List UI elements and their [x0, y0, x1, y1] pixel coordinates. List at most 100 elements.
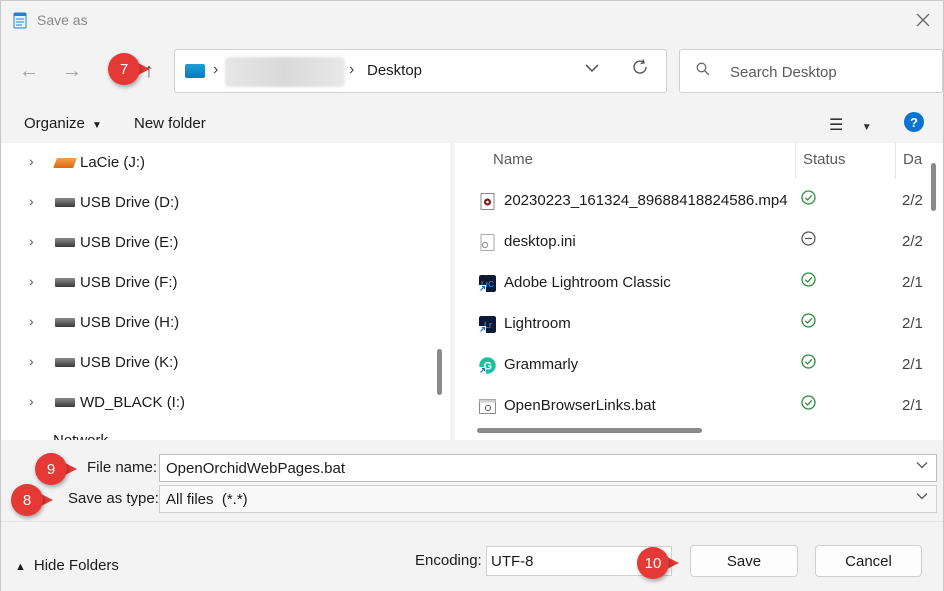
- file-name: Grammarly: [504, 356, 579, 373]
- navigation-pane[interactable]: › LaCie (J:) › USB Drive (D:) › USB Driv…: [1, 143, 450, 440]
- hide-folders-label: Hide Folders: [33, 557, 119, 574]
- usb-drive-icon: [55, 358, 75, 367]
- chevron-right-icon[interactable]: ›: [29, 313, 34, 329]
- tree-item-usb-h[interactable]: › USB Drive (H:): [1, 303, 421, 343]
- filename-label: File name:: [87, 459, 158, 476]
- external-drive-icon: [53, 158, 77, 168]
- tree-item-label: USB Drive (H:): [80, 314, 180, 331]
- file-list-horizontal-scrollbar[interactable]: [477, 428, 702, 433]
- tree-item-label: USB Drive (F:): [80, 274, 178, 291]
- arrow-left-icon: ←: [19, 59, 39, 82]
- file-name: Adobe Lightroom Classic: [504, 274, 671, 291]
- lightroom-icon: Lr: [479, 316, 496, 333]
- chevron-right-icon[interactable]: ›: [29, 153, 34, 169]
- forward-button[interactable]: →: [57, 57, 87, 85]
- status-synced-icon: [801, 313, 816, 333]
- chevron-right-icon[interactable]: ›: [29, 233, 34, 249]
- tree-item-label: USB Drive (K:): [80, 354, 179, 371]
- file-list-vertical-scrollbar[interactable]: [931, 163, 936, 211]
- file-name: OpenBrowserLinks.bat: [504, 397, 656, 414]
- cancel-button[interactable]: Cancel: [815, 545, 922, 577]
- file-list[interactable]: Name Status Da 20230223_161324_896884188…: [455, 143, 943, 440]
- refresh-icon: [633, 59, 647, 74]
- save-as-type-select[interactable]: All files (*.*): [159, 485, 937, 513]
- chevron-right-icon[interactable]: ›: [29, 273, 34, 289]
- dialog-title: Save as: [37, 12, 88, 28]
- back-button[interactable]: ←: [14, 57, 44, 85]
- chevron-right-icon[interactable]: ›: [29, 393, 34, 409]
- navigation-pane-scrollbar[interactable]: [437, 349, 442, 395]
- file-name: Lightroom: [504, 315, 571, 332]
- chevron-right-icon: ›: [213, 61, 219, 78]
- tree-item-wd-black[interactable]: › WD_BLACK (I:): [1, 383, 421, 423]
- organize-label: Organize: [24, 115, 85, 132]
- video-file-icon: [480, 193, 495, 210]
- tree-item-network-partial[interactable]: Network: [53, 432, 153, 440]
- search-input[interactable]: Search Desktop: [730, 64, 837, 81]
- usb-drive-icon: [55, 238, 75, 247]
- chevron-right-icon[interactable]: ›: [29, 193, 34, 209]
- hide-folders-button[interactable]: ▲ Hide Folders: [15, 557, 119, 574]
- notepad-icon: [13, 12, 27, 29]
- column-divider[interactable]: [895, 143, 896, 179]
- tree-item-usb-f[interactable]: › USB Drive (F:): [1, 263, 421, 303]
- file-date: 2/1: [902, 397, 923, 414]
- filename-value: OpenOrchidWebPages.bat: [166, 460, 345, 477]
- step-badge-10: 10: [637, 547, 679, 579]
- chevron-down-icon[interactable]: [916, 459, 928, 474]
- this-pc-icon: [185, 64, 205, 78]
- close-button[interactable]: [907, 7, 939, 33]
- command-toolbar: Organize ▼ New folder ☰ ▼: [1, 103, 943, 143]
- file-name: 20230223_161324_89688418824586.mp4: [504, 192, 788, 209]
- batch-file-icon: [479, 399, 496, 414]
- usb-drive-icon: [55, 198, 75, 207]
- lightroom-classic-icon: LrC: [479, 275, 496, 292]
- status-synced-icon: [801, 354, 816, 374]
- file-row[interactable]: Lr Lightroom 2/1: [455, 304, 943, 344]
- file-date: 2/2: [902, 233, 923, 250]
- filename-input[interactable]: OpenOrchidWebPages.bat: [159, 454, 937, 482]
- arrow-right-icon: →: [62, 59, 82, 82]
- chevron-right-icon[interactable]: ›: [29, 353, 34, 369]
- file-row[interactable]: OpenBrowserLinks.bat 2/1: [455, 386, 943, 426]
- file-row[interactable]: LrC Adobe Lightroom Classic 2/1: [455, 263, 943, 303]
- chevron-right-icon: ›: [349, 61, 355, 78]
- tree-item-usb-e[interactable]: › USB Drive (E:): [1, 223, 421, 263]
- refresh-button[interactable]: [631, 58, 649, 82]
- settings-file-icon: [480, 234, 495, 251]
- save-as-type-row: Save as type: All files (*.*): [1, 483, 943, 515]
- column-divider[interactable]: [795, 143, 796, 179]
- column-header-status[interactable]: Status: [803, 151, 846, 168]
- new-folder-button[interactable]: New folder: [134, 115, 206, 132]
- encoding-label: Encoding:: [415, 552, 482, 569]
- usb-drive-icon: [55, 318, 75, 327]
- save-button[interactable]: Save: [690, 545, 798, 577]
- history-dropdown-button[interactable]: [585, 60, 599, 76]
- file-row[interactable]: desktop.ini 2/2: [455, 222, 943, 262]
- help-button[interactable]: ?: [904, 112, 924, 132]
- chevron-down-icon[interactable]: [916, 490, 928, 505]
- status-not-synced-icon: [801, 231, 816, 251]
- search-icon: [696, 62, 710, 80]
- tree-item-label: WD_BLACK (I:): [80, 394, 186, 411]
- file-row[interactable]: G Grammarly 2/1: [455, 345, 943, 385]
- tree-item-label: LaCie (J:): [80, 154, 146, 171]
- view-options-button[interactable]: ☰ ▼: [829, 115, 872, 135]
- address-bar[interactable]: › › Desktop: [174, 49, 667, 93]
- file-row[interactable]: 20230223_161324_89688418824586.mp4 2/2: [455, 181, 943, 221]
- column-header-name[interactable]: Name: [493, 151, 533, 168]
- tree-item-lacie[interactable]: › LaCie (J:): [1, 143, 421, 183]
- search-box[interactable]: Search Desktop: [679, 49, 943, 93]
- grammarly-icon: G: [479, 357, 496, 374]
- save-as-type-value: All files (*.*): [166, 491, 248, 508]
- breadcrumb-desktop[interactable]: Desktop: [367, 62, 422, 79]
- organize-menu[interactable]: Organize ▼: [24, 115, 102, 132]
- column-header-date[interactable]: Da: [903, 151, 922, 168]
- tree-item-usb-k[interactable]: › USB Drive (K:): [1, 343, 421, 383]
- caret-down-icon: ▼: [92, 120, 102, 131]
- tree-item-usb-d[interactable]: › USB Drive (D:): [1, 183, 421, 223]
- save-as-dialog: Save as ← → ↑ › › Desktop Search Desktop…: [0, 0, 944, 591]
- status-synced-icon: [801, 272, 816, 292]
- list-view-icon: ☰: [829, 117, 844, 134]
- save-as-type-label: Save as type:: [68, 490, 159, 507]
